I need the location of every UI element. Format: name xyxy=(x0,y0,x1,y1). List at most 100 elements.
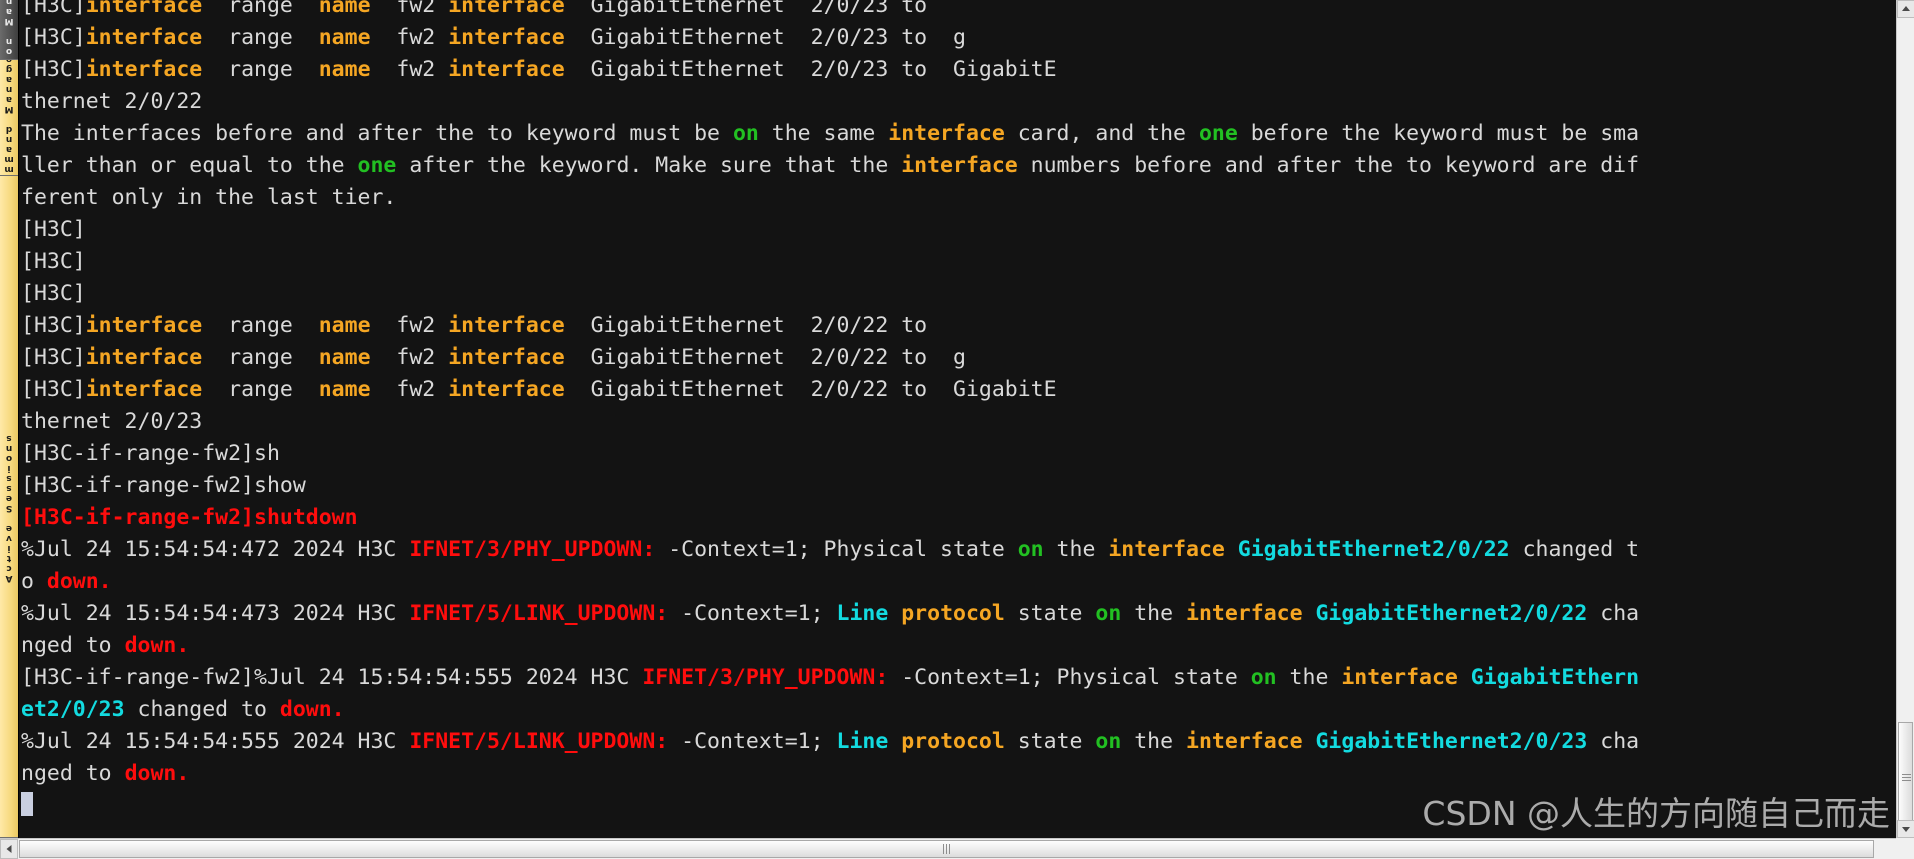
terminal-text-segment: IFNET/3/PHY_UPDOWN: xyxy=(409,537,656,562)
terminal-line: thernet 2/0/23 xyxy=(21,406,1896,438)
terminal-text-segment: [H3C-if-range-fw2]sh xyxy=(21,441,280,466)
terminal-text-segment: o xyxy=(21,569,47,594)
terminal-text-segment: nged to xyxy=(21,633,125,658)
terminal-text-segment: name xyxy=(318,313,371,338)
terminal-text-segment: [H3C] xyxy=(21,25,86,50)
horizontal-scrollbar-thumb[interactable] xyxy=(19,840,1874,858)
sidebar-tab-session-manager-label: Session Manager xyxy=(0,0,18,59)
terminal-line: [H3C-if-range-fw2]shutdown xyxy=(21,502,1896,534)
terminal-text-segment: interface xyxy=(85,345,203,370)
scrollbar-grip-icon xyxy=(942,844,951,854)
terminal-line: nged to down. xyxy=(21,630,1896,662)
terminal-line: [H3C-if-range-fw2]show xyxy=(21,470,1896,502)
terminal-text-segment: [H3C] xyxy=(21,249,86,274)
terminal-text-segment: interface xyxy=(448,57,565,82)
terminal-text-segment: one xyxy=(1198,121,1238,146)
terminal-line: [H3C] xyxy=(21,246,1896,278)
terminal-text-segment: ller than or equal to the xyxy=(21,153,358,178)
terminal-text-segment: -Context=1; xyxy=(668,601,837,626)
terminal-line: ller than or equal to the one after the … xyxy=(21,150,1896,182)
terminal-text-segment: cha xyxy=(1587,729,1640,754)
terminal-line: [H3C]interface range name fw2 interface … xyxy=(21,54,1896,86)
terminal-line: [H3C]interface range name fw2 interface … xyxy=(21,0,1896,22)
terminal-line: ferent only in the last tier. xyxy=(21,182,1896,214)
sidebar-tab-command-manager[interactable]: Command Manager xyxy=(0,60,18,176)
terminal-text-segment: thernet 2/0/23 xyxy=(21,409,203,434)
left-vertical-tab-strip: Session Manager Command Manager Active S… xyxy=(0,0,18,838)
terminal-text-segment: after the keyword. Make sure that the xyxy=(396,153,902,178)
terminal-line: [H3C] xyxy=(21,278,1896,310)
sidebar-tab-session-manager[interactable]: Session Manager xyxy=(0,0,18,60)
terminal-text-segment: IFNET/5/LINK_UPDOWN: xyxy=(409,601,669,626)
terminal-output-pane[interactable]: [H3C]interface range name fw2 interface … xyxy=(18,0,1896,838)
terminal-text-segment: [H3C] xyxy=(21,313,86,338)
terminal-text-segment: nged to xyxy=(21,761,125,786)
terminal-text-segment: interface xyxy=(448,0,565,18)
horizontal-scrollbar[interactable] xyxy=(0,838,1914,859)
terminal-text-segment: [H3C] xyxy=(21,345,86,370)
scroll-left-arrow-icon[interactable] xyxy=(0,839,18,859)
terminal-line: et2/0/23 changed to down. xyxy=(21,694,1896,726)
terminal-text-segment: fw2 xyxy=(370,57,449,82)
terminal-text-segment: on xyxy=(732,121,759,146)
terminal-text-segment: protocol xyxy=(901,601,1005,626)
terminal-text-segment: interface xyxy=(901,153,1018,178)
terminal-text-segment: the same xyxy=(758,121,889,146)
terminal-text-segment: ferent only in the last tier. xyxy=(21,185,397,210)
terminal-line: %Jul 24 15:54:54:472 2024 H3C IFNET/3/PH… xyxy=(21,534,1896,566)
terminal-text-segment: interface xyxy=(448,313,565,338)
terminal-text-segment: et2/0/23 xyxy=(21,697,125,722)
sidebar-tab-active-sessions[interactable]: Active Sessions xyxy=(0,176,18,838)
terminal-text-segment: the xyxy=(1043,537,1109,562)
terminal-text-segment: thernet 2/0/22 xyxy=(21,89,203,114)
terminal-text-buffer: [H3C]interface range name fw2 interface … xyxy=(19,0,1896,822)
terminal-line: [H3C]interface range name fw2 interface … xyxy=(21,22,1896,54)
terminal-text-segment: GigabitEthern xyxy=(1470,665,1640,690)
terminal-text-segment: interface xyxy=(1186,729,1303,754)
terminal-text-segment: GigabitEthernet2/0/23 xyxy=(1315,729,1588,754)
terminal-line: [H3C]interface range name fw2 interface … xyxy=(21,310,1896,342)
terminal-line: [H3C]interface range name fw2 interface … xyxy=(21,342,1896,374)
terminal-text-segment: on xyxy=(1250,665,1277,690)
scroll-down-arrow-icon[interactable] xyxy=(1897,820,1914,838)
terminal-text-segment: the xyxy=(1276,665,1342,690)
terminal-text-segment: on xyxy=(1017,537,1044,562)
scroll-up-arrow-icon[interactable] xyxy=(1897,0,1914,18)
terminal-text-segment: GigabitEthernet 2/0/22 to g xyxy=(564,345,966,370)
terminal-text-segment: [H3C-if-range-fw2]%Jul 24 15:54:54:555 2… xyxy=(21,665,643,690)
terminal-line: [H3C]interface range name fw2 interface … xyxy=(21,374,1896,406)
terminal-text-segment: name xyxy=(318,0,371,18)
terminal-text-segment: [H3C-if-range-fw2]show xyxy=(21,473,306,498)
terminal-text-segment: fw2 xyxy=(370,377,449,402)
terminal-text-segment: interface xyxy=(1341,665,1458,690)
terminal-text-segment: -Context=1; xyxy=(668,729,837,754)
terminal-text-segment: %Jul 24 15:54:54:473 2024 H3C xyxy=(21,601,410,626)
terminal-text-segment: changed t xyxy=(1509,537,1640,562)
terminal-line: [H3C-if-range-fw2]%Jul 24 15:54:54:555 2… xyxy=(21,662,1896,694)
vertical-scrollbar-thumb[interactable] xyxy=(1898,722,1913,834)
terminal-line: The interfaces before and after the to k… xyxy=(21,118,1896,150)
terminal-line: [H3C-if-range-fw2]sh xyxy=(21,438,1896,470)
terminal-text-segment: interface xyxy=(1108,537,1225,562)
terminal-text-segment: one xyxy=(357,153,397,178)
terminal-text-segment: Line xyxy=(836,729,889,754)
terminal-text-segment: down. xyxy=(124,633,190,658)
vertical-scrollbar[interactable] xyxy=(1896,0,1914,838)
terminal-text-segment: on xyxy=(1095,729,1122,754)
terminal-text-segment: interface xyxy=(85,377,203,402)
terminal-text-segment: the xyxy=(1121,729,1187,754)
terminal-text-segment: state xyxy=(1004,729,1096,754)
terminal-text-segment: the xyxy=(1121,601,1187,626)
terminal-text-segment: card, and the xyxy=(1004,121,1199,146)
terminal-text-segment: down. xyxy=(46,569,112,594)
terminal-text-segment: fw2 xyxy=(370,0,449,18)
terminal-text-segment: fw2 xyxy=(370,345,449,370)
terminal-text-segment: name xyxy=(318,345,371,370)
terminal-text-segment: interface xyxy=(448,377,565,402)
terminal-text-segment: GigabitEthernet 2/0/23 to xyxy=(564,0,928,18)
